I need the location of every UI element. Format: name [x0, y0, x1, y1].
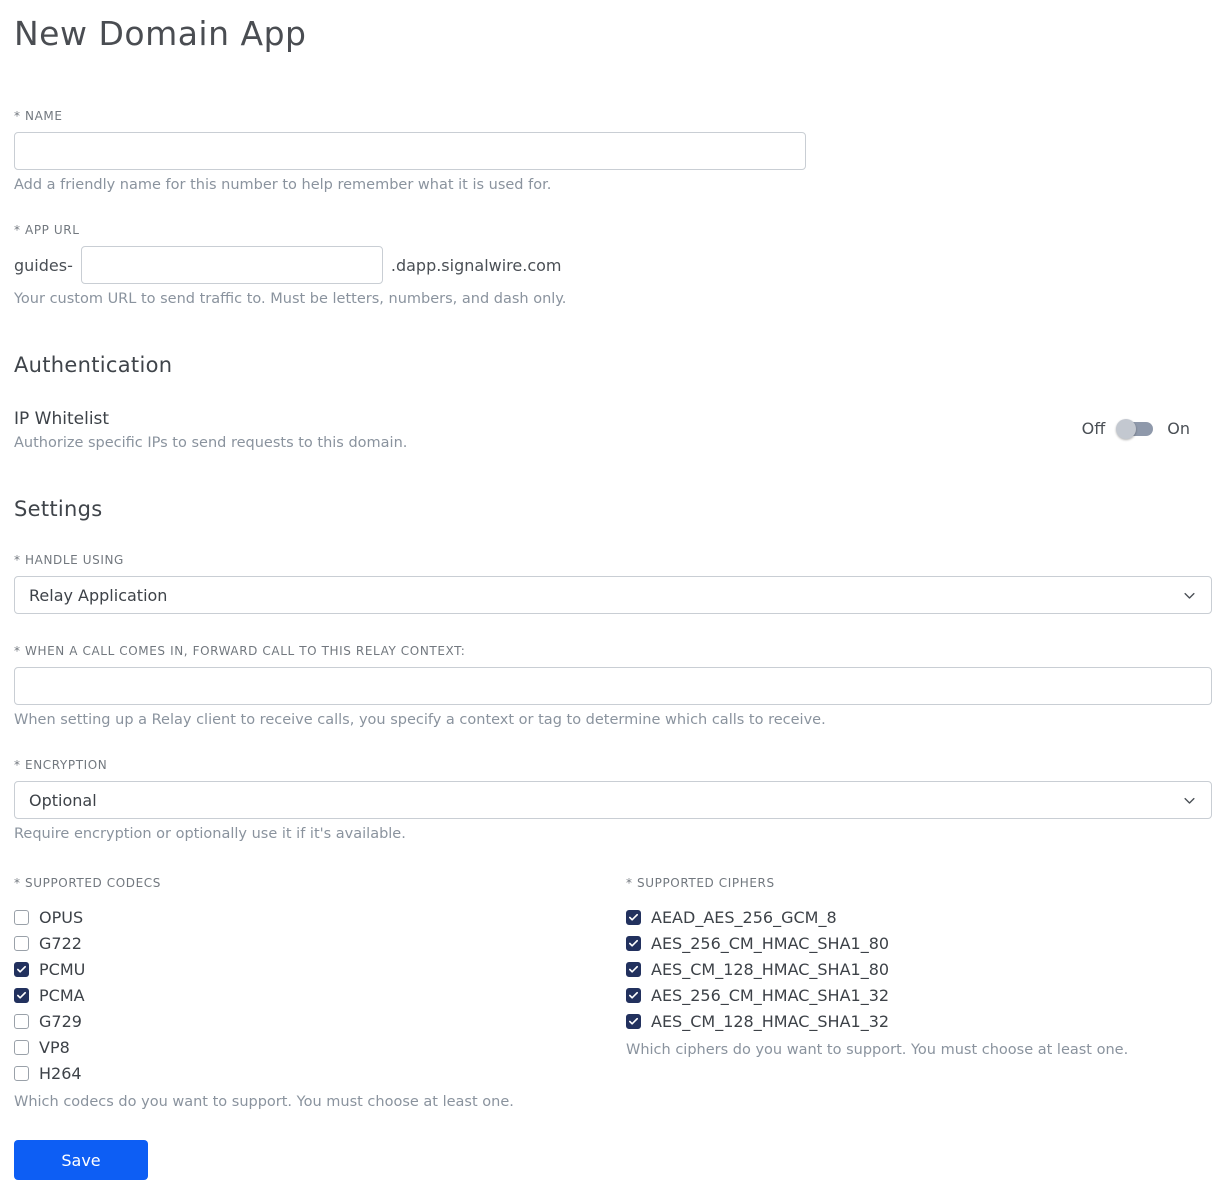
checkbox-checked-icon[interactable]	[626, 935, 641, 951]
cipher-checkbox-list: AEAD_AES_256_GCM_8 AES_256_CM_HMAC_SHA1_8…	[626, 904, 1212, 1034]
checkbox-row[interactable]: OPUS	[14, 904, 626, 930]
checkbox-unchecked-icon[interactable]	[14, 909, 29, 925]
ip-whitelist-toggle-group: Off On	[1081, 418, 1190, 439]
name-helper: Add a friendly name for this number to h…	[14, 177, 552, 193]
toggle-off-label: Off	[1081, 419, 1106, 438]
checkbox-checked-icon[interactable]	[14, 961, 29, 977]
checkbox-label: VP8	[39, 1037, 70, 1057]
handle-using-label: * HANDLE USING	[14, 553, 124, 567]
name-field-group: * NAME Add a friendly name for this numb…	[14, 109, 1212, 193]
supported-codecs-column: * SUPPORTED CODECS OPUS G722 PCMU PCMA G729 V…	[14, 876, 626, 1110]
page-title: New Domain App	[14, 14, 307, 53]
relay-context-label: * WHEN A CALL COMES IN, FORWARD CALL TO …	[14, 644, 466, 658]
app-url-field-group: * APP URL guides- .dapp.signalwire.com Y…	[14, 223, 1212, 307]
encryption-helper: Require encryption or optionally use it …	[14, 826, 406, 842]
checkbox-checked-icon[interactable]	[626, 909, 641, 925]
checkbox-row[interactable]: AES_CM_128_HMAC_SHA1_80	[626, 956, 1212, 982]
checkbox-label: PCMA	[39, 985, 85, 1005]
save-button[interactable]: Save	[14, 1140, 148, 1180]
codec-checkbox-list: OPUS G722 PCMU PCMA G729 VP8 H264	[14, 904, 626, 1086]
name-label: * NAME	[14, 109, 63, 123]
checkbox-row[interactable]: G729	[14, 1008, 626, 1034]
handle-using-value: Relay Application	[29, 585, 168, 605]
chevron-down-icon	[1182, 793, 1197, 812]
checkbox-label: OPUS	[39, 907, 84, 927]
checkbox-label: G722	[39, 933, 82, 953]
checkbox-unchecked-icon[interactable]	[14, 1065, 29, 1081]
checkbox-unchecked-icon[interactable]	[14, 935, 29, 951]
checkbox-row[interactable]: PCMA	[14, 982, 626, 1008]
checkbox-label: AES_256_CM_HMAC_SHA1_32	[651, 985, 890, 1005]
ip-whitelist-helper: Authorize specific IPs to send requests …	[14, 435, 408, 451]
authentication-heading: Authentication	[14, 353, 173, 377]
codec-cipher-columns: * SUPPORTED CODECS OPUS G722 PCMU PCMA G729 V…	[14, 876, 1212, 1110]
encryption-label: * ENCRYPTION	[14, 758, 108, 772]
checkbox-checked-icon[interactable]	[626, 1013, 641, 1029]
encryption-group: * ENCRYPTION Optional Require encryption…	[14, 758, 1212, 842]
app-url-input[interactable]	[80, 246, 383, 284]
checkbox-row[interactable]: AES_256_CM_HMAC_SHA1_80	[626, 930, 1212, 956]
encryption-select[interactable]: Optional	[14, 781, 1212, 819]
checkbox-row[interactable]: AES_256_CM_HMAC_SHA1_32	[626, 982, 1212, 1008]
checkbox-row[interactable]: VP8	[14, 1034, 626, 1060]
relay-context-helper: When setting up a Relay client to receiv…	[14, 712, 826, 728]
ip-whitelist-toggle[interactable]	[1116, 418, 1154, 439]
checkbox-label: AES_256_CM_HMAC_SHA1_80	[651, 933, 890, 953]
supported-codecs-label: * SUPPORTED CODECS	[14, 876, 162, 890]
ip-whitelist-text: IP Whitelist Authorize specific IPs to s…	[14, 409, 407, 451]
relay-context-input[interactable]	[14, 667, 1212, 705]
checkbox-row[interactable]: H264	[14, 1060, 626, 1086]
name-input[interactable]	[14, 132, 806, 170]
checkbox-checked-icon[interactable]	[626, 961, 641, 977]
app-url-prefix: guides-	[14, 255, 73, 275]
chevron-down-icon	[1182, 588, 1197, 607]
toggle-knob[interactable]	[1116, 418, 1137, 439]
app-url-suffix: .dapp.signalwire.com	[390, 255, 562, 275]
app-url-label: * APP URL	[14, 223, 80, 237]
checkbox-label: H264	[39, 1063, 82, 1083]
ciphers-helper: Which ciphers do you want to support. Yo…	[626, 1042, 1129, 1058]
supported-ciphers-column: * SUPPORTED CIPHERS AEAD_AES_256_GCM_8 AE…	[626, 876, 1212, 1110]
checkbox-row[interactable]: G722	[14, 930, 626, 956]
checkbox-label: AEAD_AES_256_GCM_8	[651, 907, 837, 927]
codecs-helper: Which codecs do you want to support. You…	[14, 1094, 514, 1110]
checkbox-label: G729	[39, 1011, 82, 1031]
checkbox-unchecked-icon[interactable]	[14, 1013, 29, 1029]
app-url-helper: Your custom URL to send traffic to. Must…	[14, 291, 567, 307]
ip-whitelist-row: IP Whitelist Authorize specific IPs to s…	[14, 409, 1212, 451]
checkbox-label: AES_CM_128_HMAC_SHA1_80	[651, 959, 890, 979]
checkbox-label: AES_CM_128_HMAC_SHA1_32	[651, 1011, 890, 1031]
handle-using-select[interactable]: Relay Application	[14, 576, 1212, 614]
encryption-value: Optional	[29, 790, 97, 810]
settings-heading: Settings	[14, 497, 103, 521]
new-domain-app-form: New Domain App * NAME Add a friendly nam…	[0, 0, 1230, 1204]
checkbox-unchecked-icon[interactable]	[14, 1039, 29, 1055]
relay-context-group: * WHEN A CALL COMES IN, FORWARD CALL TO …	[14, 644, 1212, 728]
handle-using-group: * HANDLE USING Relay Application	[14, 553, 1212, 614]
checkbox-checked-icon[interactable]	[14, 987, 29, 1003]
checkbox-row[interactable]: PCMU	[14, 956, 626, 982]
toggle-on-label: On	[1167, 419, 1190, 438]
supported-ciphers-label: * SUPPORTED CIPHERS	[626, 876, 775, 890]
ip-whitelist-label: IP Whitelist	[14, 409, 110, 429]
checkbox-row[interactable]: AES_CM_128_HMAC_SHA1_32	[626, 1008, 1212, 1034]
checkbox-row[interactable]: AEAD_AES_256_GCM_8	[626, 904, 1212, 930]
checkbox-checked-icon[interactable]	[626, 987, 641, 1003]
checkbox-label: PCMU	[39, 959, 86, 979]
